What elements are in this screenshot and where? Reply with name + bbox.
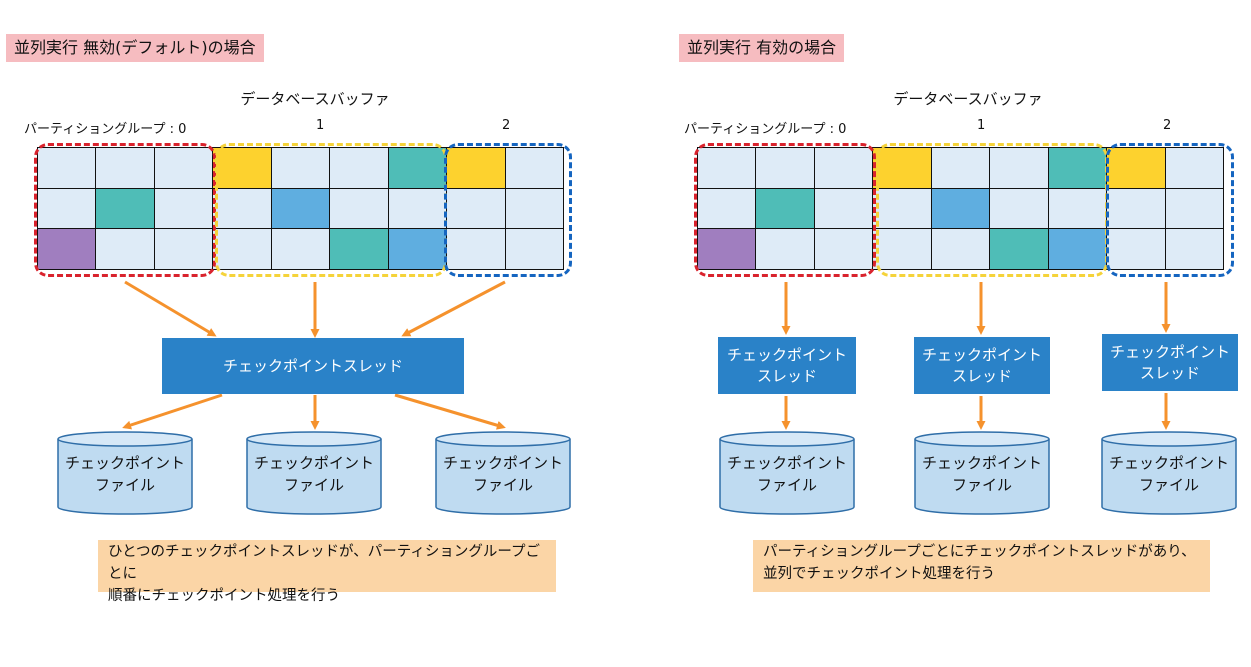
checkpoint-thread-0: チェックポイント スレッド (718, 337, 856, 394)
checkpoint-file-0: チェックポイント ファイル (57, 431, 193, 515)
checkpoint-file-label: チェックポイント ファイル (921, 454, 1042, 494)
explanation-note: パーティショングループごとにチェックポイントスレッドがあり、 並列でチェックポイ… (753, 540, 1210, 592)
checkpoint-file-2: チェックポイント ファイル (435, 431, 571, 515)
checkpoint-thread-label: チェックポイント スレッド (921, 345, 1042, 385)
checkpoint-thread: チェックポイントスレッド (162, 338, 464, 394)
checkpoint-file-label: チェックポイント ファイル (253, 454, 374, 494)
checkpoint-file-label: チェックポイント ファイル (726, 454, 847, 494)
checkpoint-thread-label: チェックポイント スレッド (726, 345, 847, 385)
checkpoint-file-1: チェックポイント ファイル (246, 431, 382, 515)
checkpoint-thread-1: チェックポイント スレッド (914, 337, 1050, 394)
panel-parallel-disabled: 並列実行 無効(デフォルト)の場合 データベースバッファ パーティショングループ… (0, 0, 625, 667)
checkpoint-file-label: チェックポイント ファイル (64, 454, 185, 494)
checkpoint-thread-2: チェックポイント スレッド (1102, 334, 1238, 391)
checkpoint-file-label: チェックポイント ファイル (442, 454, 563, 494)
checkpoint-thread-label: チェックポイントスレッド (222, 356, 403, 375)
checkpoint-file-2: チェックポイント ファイル (1101, 431, 1237, 515)
panel-parallel-enabled: 並列実行 有効の場合 データベースバッファ パーティショングループ : 0 1 … (626, 0, 1251, 667)
checkpoint-file-label: チェックポイント ファイル (1108, 454, 1229, 494)
checkpoint-file-1: チェックポイント ファイル (914, 431, 1050, 515)
checkpoint-thread-label: チェックポイント スレッド (1109, 342, 1230, 382)
explanation-note: ひとつのチェックポイントスレッドが、パーティショングループごとに 順番にチェック… (98, 540, 556, 604)
checkpoint-file-0: チェックポイント ファイル (719, 431, 855, 515)
